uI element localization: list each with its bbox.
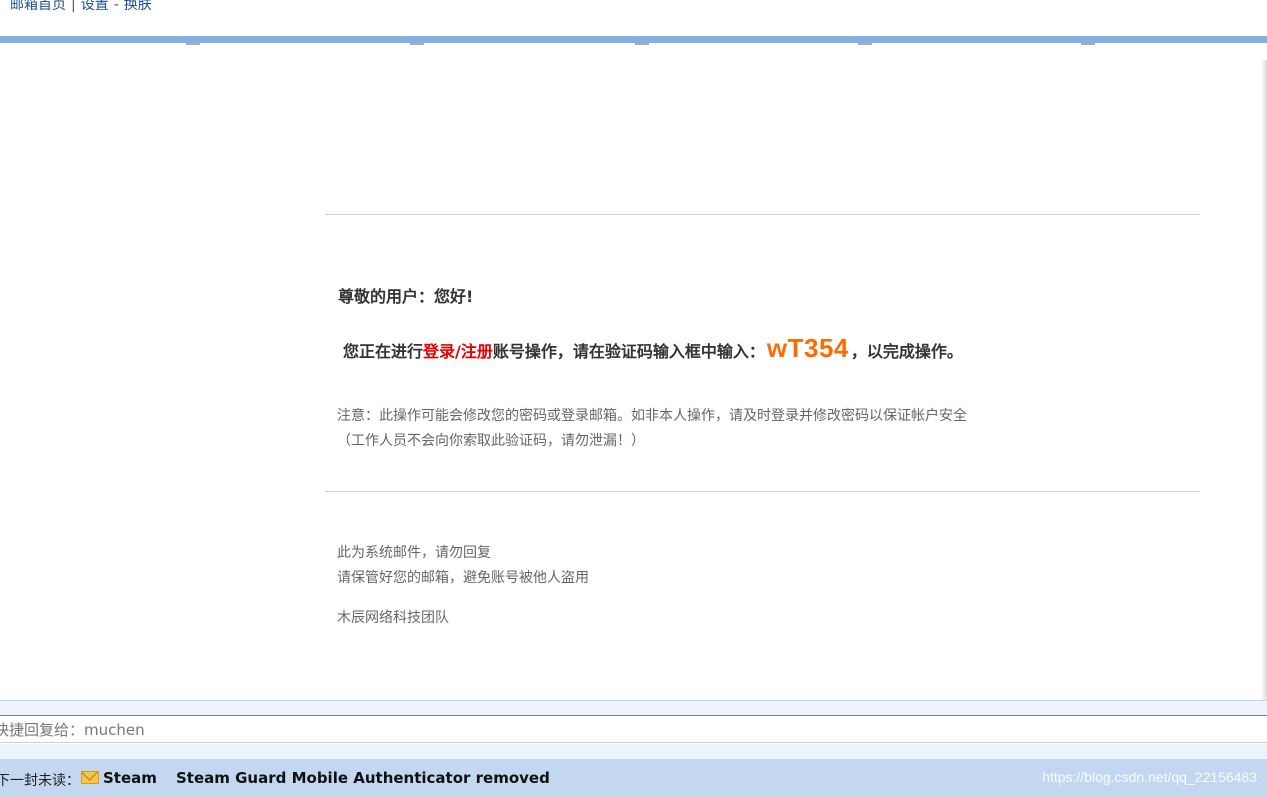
top-divider-bar [0, 36, 1267, 43]
quick-reply-header [0, 700, 1267, 715]
instruction-pre: 您正在进行 [343, 342, 424, 361]
watermark: https://blog.csdn.net/qq_22156483 [1042, 769, 1257, 785]
toolbar-tick [635, 43, 649, 45]
instruction-mid: 账号操作，请在验证码输入框中输入： [492, 342, 765, 361]
instruction-text: 您正在进行登录/注册账号操作，请在验证码输入框中输入：wT354 ，以完成操作。 [343, 333, 963, 364]
note-line: （工作人员不会向你索取此验证码，请勿泄漏！） [337, 433, 645, 449]
toolbar-tick [186, 43, 200, 45]
top-nav: 邮箱首页 | 设置 - 换肤 [10, 0, 152, 14]
next-unread-subject[interactable]: Steam Guard Mobile Authenticator removed [176, 769, 550, 787]
toolbar-tick [858, 43, 872, 45]
next-unread-bar: 下一封未读： Steam Steam Guard Mobile Authenti… [0, 759, 1267, 797]
settings-link[interactable]: 设置 [81, 0, 109, 13]
quick-reply-input[interactable]: 快捷回复给：muchen [0, 715, 1267, 743]
footer-no-reply: 此为系统邮件，请勿回复 [337, 545, 491, 561]
skin-link[interactable]: 换肤 [124, 0, 152, 13]
note-line: 注意：此操作可能会修改您的密码或登录邮箱。如非本人操作，请及时登录并修改密码以保… [337, 408, 967, 424]
next-unread-label: 下一封未读： [0, 773, 80, 789]
next-unread-sender[interactable]: Steam [103, 769, 157, 787]
scroll-edge-shadow [1261, 60, 1267, 700]
signature: 木辰网络科技团队 [337, 610, 449, 626]
footer-safety: 请保管好您的邮箱，避免账号被他人盗用 [337, 570, 589, 586]
instruction-action: 登录/注册 [423, 342, 493, 361]
content-divider-bottom [325, 491, 1200, 492]
security-note: 注意：此操作可能会修改您的密码或登录邮箱。如非本人操作，请及时登录并修改密码以保… [337, 404, 967, 454]
verification-code: wT354 [766, 333, 849, 363]
mail-reader: 邮箱首页 | 设置 - 换肤 尊敬的用户：您好! 您正在进行登录/注册账号操作，请在验证… [0, 0, 1267, 797]
quick-reply-placeholder: 快捷回复给：muchen [0, 721, 145, 739]
quick-reply-footer [0, 744, 1267, 759]
toolbar-tick [410, 43, 424, 45]
greeting: 尊敬的用户：您好! [338, 287, 474, 306]
content-divider-top [325, 214, 1200, 215]
instruction-post: ，以完成操作。 [850, 342, 963, 361]
mail-home-link[interactable]: 邮箱首页 [10, 0, 66, 13]
nav-dash: - [113, 0, 119, 13]
nav-separator: | [71, 0, 76, 13]
envelope-icon [81, 771, 99, 784]
toolbar-tick [1081, 43, 1095, 45]
